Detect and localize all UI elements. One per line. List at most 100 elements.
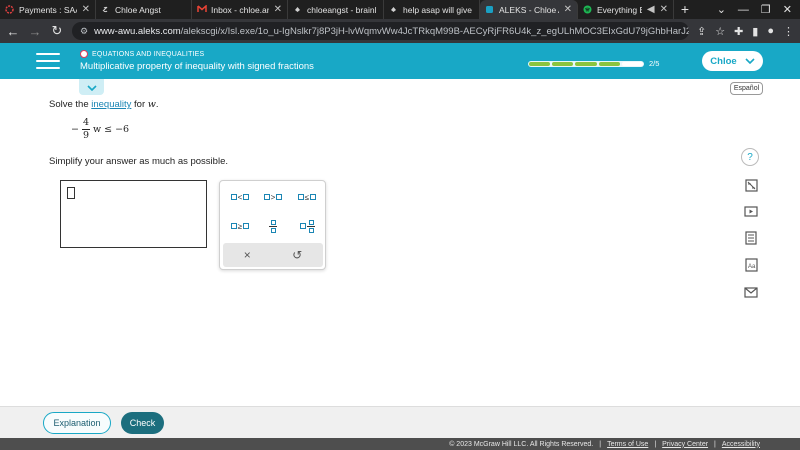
- window-controls: ⌄ — ❐ ✕: [717, 0, 800, 19]
- less-than-button[interactable]: <: [225, 188, 255, 206]
- key-symbol: >: [270, 192, 276, 202]
- browser-tab[interactable]: chloeangst - brainl: [288, 0, 384, 19]
- extensions-puzzle-icon[interactable]: ✚: [734, 25, 743, 38]
- fraction: 4 9: [81, 117, 90, 142]
- progress-segment: [552, 62, 574, 66]
- bookmark-star-icon[interactable]: ☆: [715, 25, 725, 38]
- prompt-text: Solve the: [49, 99, 92, 110]
- mixed-number-button[interactable]: [292, 215, 322, 237]
- explanation-button[interactable]: Explanation: [43, 412, 111, 434]
- calculator-icon[interactable]: [743, 177, 759, 193]
- less-equal-button[interactable]: ≤: [292, 188, 322, 206]
- check-button[interactable]: Check: [121, 412, 164, 434]
- close-tab-icon[interactable]: ✕: [82, 4, 90, 15]
- menu-kebab-icon[interactable]: ⋮: [783, 25, 794, 38]
- tab-title: Everything Bla: [597, 4, 642, 15]
- inequality-rhs: w ≤ −6: [92, 124, 130, 135]
- key-symbol: <: [237, 192, 243, 202]
- clear-icon[interactable]: ×: [244, 248, 251, 262]
- fraction-button[interactable]: [258, 215, 288, 237]
- gmail-icon: [197, 4, 207, 14]
- link-icon: [101, 5, 110, 14]
- numerator: 4: [82, 117, 89, 128]
- browser-tab-active[interactable]: ALEKS - Chloe Ang ✕: [480, 0, 578, 19]
- forward-arrow-icon[interactable]: →: [28, 24, 42, 39]
- video-icon[interactable]: [743, 203, 759, 219]
- greater-equal-button[interactable]: ≥: [225, 217, 255, 235]
- browser-tab[interactable]: Inbox - chloe.ange ✕: [192, 0, 288, 19]
- accessibility-link[interactable]: Accessibility: [722, 441, 760, 448]
- progress-segment: [598, 62, 620, 66]
- answer-input[interactable]: [60, 180, 207, 248]
- close-tab-icon[interactable]: ✕: [660, 4, 668, 15]
- url-path: /alekscgi/x/Isl.exe/1o_u-IgNslkr7j8P3jH-…: [180, 25, 689, 37]
- progress-bar: [528, 61, 644, 67]
- browser-toolbar: ← → ↻ ⚙ www-awu.aleks.com/alekscgi/x/Isl…: [0, 19, 800, 43]
- progress-count: 2/5: [649, 59, 660, 68]
- undo-icon[interactable]: ↺: [292, 248, 302, 262]
- browser-tab[interactable]: help asap will give: [384, 0, 480, 19]
- speaker-icon[interactable]: ◀: [647, 4, 655, 15]
- answer-cursor-box[interactable]: [67, 187, 75, 199]
- address-bar[interactable]: ⚙ www-awu.aleks.com/alekscgi/x/Isl.exe/1…: [72, 22, 689, 40]
- progress-segment: [621, 62, 644, 66]
- browser-actions: ⇪ ☆ ✚ ▮ ● ⋮: [697, 25, 794, 38]
- copyright-text: © 2023 McGraw Hill LLC. All Rights Reser…: [449, 440, 594, 448]
- maximize-icon[interactable]: ❐: [761, 3, 771, 16]
- hamburger-menu-icon[interactable]: [36, 53, 60, 69]
- back-arrow-icon[interactable]: ←: [6, 24, 20, 39]
- footer-separator: |: [654, 440, 657, 448]
- variable: w: [147, 99, 156, 110]
- user-name: Chloe: [710, 55, 737, 67]
- tab-title: ALEKS - Chloe Ang: [499, 4, 559, 15]
- instructions: Simplify your answer as much as possible…: [49, 156, 228, 167]
- reload-icon[interactable]: ↻: [50, 23, 64, 39]
- key-symbol: ≤: [304, 192, 310, 202]
- share-icon[interactable]: ⇪: [697, 25, 706, 38]
- payments-icon: [5, 5, 14, 14]
- new-tab-button[interactable]: +: [674, 0, 696, 19]
- footer-bar: [0, 406, 800, 440]
- profile-icon[interactable]: ●: [767, 25, 774, 37]
- terms-link[interactable]: Terms of Use: [607, 441, 648, 448]
- close-window-icon[interactable]: ✕: [783, 3, 792, 16]
- browser-tab[interactable]: Payments : SAA E ✕: [0, 0, 96, 19]
- problem-prompt: Solve the inequality for w.: [49, 99, 159, 110]
- footer-separator: |: [714, 440, 716, 448]
- url-host: www-awu.aleks.com: [94, 25, 181, 37]
- close-tab-icon[interactable]: ✕: [564, 4, 572, 15]
- tab-title: help asap will give: [403, 4, 472, 15]
- prompt-text: for: [131, 99, 148, 110]
- chevron-down-icon: [86, 78, 97, 96]
- topic-pie-icon: [80, 50, 88, 58]
- progress-segment: [529, 62, 551, 66]
- dictionary-icon[interactable]: Aa: [743, 257, 759, 273]
- chevron-down-icon: [745, 56, 755, 67]
- minimize-icon[interactable]: —: [738, 4, 749, 16]
- aleks-icon: [485, 5, 494, 14]
- message-envelope-icon[interactable]: [743, 284, 759, 300]
- browser-tab[interactable]: Chloe Angst: [96, 0, 192, 19]
- espanol-button[interactable]: Español: [730, 82, 763, 95]
- side-panel-icon[interactable]: ▮: [752, 25, 758, 38]
- topic-text: EQUATIONS AND INEQUALITIES: [92, 50, 205, 58]
- aleks-header: EQUATIONS AND INEQUALITIES Multiplicativ…: [0, 43, 800, 79]
- help-question-icon[interactable]: ?: [741, 148, 759, 166]
- collapse-header-button[interactable]: [79, 79, 104, 95]
- privacy-link[interactable]: Privacy Center: [662, 441, 708, 448]
- tab-title: Chloe Angst: [115, 4, 161, 15]
- user-menu-button[interactable]: Chloe: [702, 51, 763, 71]
- tab-title: chloeangst - brainl: [307, 4, 377, 15]
- minus-sign: −: [71, 124, 79, 135]
- textbook-icon[interactable]: [743, 230, 759, 246]
- brainly-icon: [389, 5, 398, 14]
- inequality-link[interactable]: inequality: [91, 99, 131, 110]
- close-tab-icon[interactable]: ✕: [274, 4, 282, 15]
- footer-separator: |: [599, 440, 602, 448]
- tab-search-icon[interactable]: ⌄: [717, 3, 726, 16]
- inequality-expression: − 4 9 w ≤ −6: [71, 117, 129, 142]
- greater-than-button[interactable]: >: [258, 188, 288, 206]
- legal-footer: © 2023 McGraw Hill LLC. All Rights Reser…: [0, 438, 800, 450]
- site-info-icon[interactable]: ⚙: [80, 26, 88, 37]
- browser-tab[interactable]: Everything Bla ◀ ✕: [578, 0, 674, 19]
